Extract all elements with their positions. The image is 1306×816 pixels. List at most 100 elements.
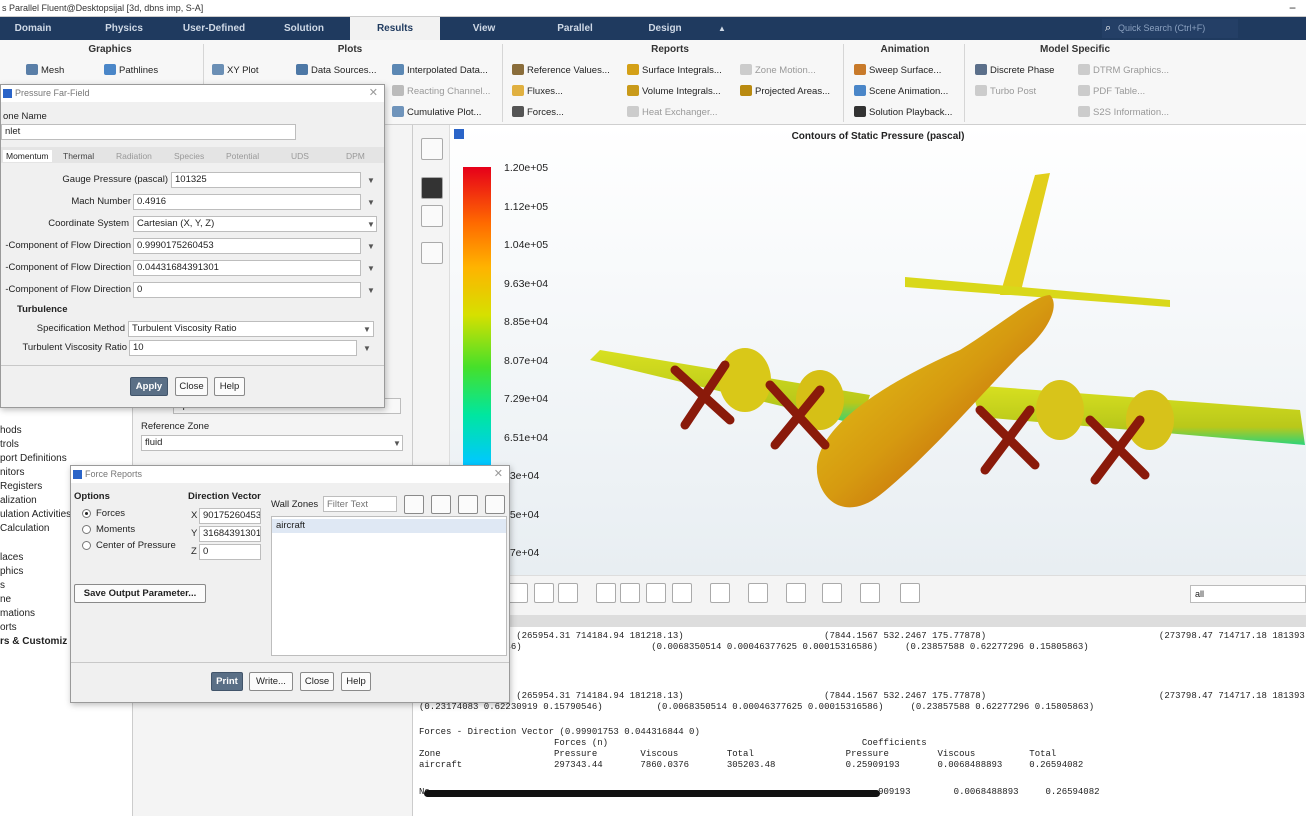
tree-item-reports[interactable]: orts <box>0 622 17 633</box>
select-icon[interactable] <box>748 583 768 603</box>
tab-potential[interactable]: Potential <box>226 151 259 161</box>
console-output[interactable]: (265954.31 714184.94 181218.13) (7844.15… <box>413 615 1306 816</box>
heat-exchanger-button[interactable]: Heat Exchanger... <box>627 106 718 120</box>
filter-text-input[interactable] <box>323 496 397 512</box>
quick-search-input[interactable]: ⌕ Quick Search (Ctrl+F) <box>1102 19 1238 38</box>
tree-item-cell-registers[interactable]: Registers <box>0 481 42 492</box>
chevron-down-icon[interactable]: ▼ <box>367 242 375 251</box>
volume-integrals-button[interactable]: Volume Integrals... <box>627 85 721 99</box>
z-flow-direction-input[interactable]: 0 <box>133 282 361 298</box>
tree-item-controls[interactable]: trols <box>0 439 19 450</box>
direction-z-input[interactable]: 0 <box>199 544 261 560</box>
surface-filter-input[interactable]: all <box>1190 585 1306 603</box>
tab-species[interactable]: Species <box>174 151 204 161</box>
fluxes-button[interactable]: Fluxes... <box>512 85 563 99</box>
tab-domain[interactable]: Domain <box>0 17 66 40</box>
ruler-icon[interactable] <box>710 583 730 603</box>
pdf-table-button[interactable]: PDF Table... <box>1078 85 1145 99</box>
chevron-down-icon[interactable]: ▼ <box>367 176 375 185</box>
zoom-box-icon[interactable] <box>534 583 554 603</box>
tab-solution[interactable]: Solution <box>265 17 343 40</box>
cumulative-plot-button[interactable]: Cumulative Plot... <box>392 106 481 120</box>
tab-radiation[interactable]: Radiation <box>116 151 152 161</box>
collapse-ribbon-icon[interactable]: ▲ <box>710 17 734 40</box>
tree-item-graphics[interactable]: phics <box>0 566 23 577</box>
layout-icon[interactable] <box>421 242 443 264</box>
deselect-all-icon[interactable] <box>431 495 451 514</box>
dtrm-graphics-button[interactable]: DTRM Graphics... <box>1078 64 1169 78</box>
zone-motion-button[interactable]: Zone Motion... <box>740 64 816 78</box>
zone-name-input[interactable]: nlet <box>1 124 296 140</box>
page-icon[interactable] <box>672 583 692 603</box>
cube-icon[interactable] <box>786 583 806 603</box>
tab-design[interactable]: Design <box>625 17 705 40</box>
layers-icon[interactable] <box>822 583 842 603</box>
probe-icon[interactable] <box>421 205 443 227</box>
tree-item-report-definitions[interactable]: port Definitions <box>0 453 67 464</box>
close-icon[interactable]: ✕ <box>494 466 503 483</box>
save-output-parameter-button[interactable]: Save Output Parameter... <box>74 584 206 603</box>
turbulent-viscosity-ratio-input[interactable]: 10 <box>129 340 357 356</box>
reference-values-button[interactable]: Reference Values... <box>512 64 610 78</box>
graphics-viewport[interactable]: Contours of Static Pressure (pascal) 1.2… <box>450 125 1306 575</box>
center-of-pressure-radio[interactable] <box>82 541 91 550</box>
clear-list-icon[interactable] <box>485 495 505 514</box>
minimize-button[interactable]: − <box>1289 0 1296 16</box>
tree-item-scene[interactable]: ne <box>0 594 11 605</box>
tree-item-calculation-activities[interactable]: ulation Activities <box>0 509 71 520</box>
chart-icon[interactable] <box>860 583 880 603</box>
gauge-pressure-input[interactable]: 101325 <box>171 172 361 188</box>
surface-integrals-button[interactable]: Surface Integrals... <box>627 64 722 78</box>
axes-icon[interactable] <box>646 583 666 603</box>
x-flow-direction-input[interactable]: 0.9990175260453 <box>133 238 361 254</box>
help-button[interactable]: Help <box>214 377 245 396</box>
s2s-information-button[interactable]: S2S Information... <box>1078 106 1169 120</box>
direction-x-input[interactable]: 90175260453 <box>199 508 261 524</box>
turbo-post-button[interactable]: Turbo Post <box>975 85 1036 99</box>
xy-plot-button[interactable]: XY Plot <box>212 64 259 78</box>
specification-method-dropdown[interactable]: Turbulent Viscosity Ratio <box>128 321 374 337</box>
apply-button[interactable]: Apply <box>130 377 168 396</box>
help-button[interactable]: Help <box>341 672 371 691</box>
tree-item-parameters-customization[interactable]: rs & Customiz <box>0 636 67 647</box>
chevron-down-icon[interactable]: ▼ <box>367 286 375 295</box>
discrete-phase-button[interactable]: Discrete Phase <box>975 64 1054 78</box>
tree-item-surfaces[interactable]: laces <box>0 552 23 563</box>
close-button[interactable]: Close <box>300 672 334 691</box>
projected-areas-button[interactable]: Projected Areas... <box>740 85 830 99</box>
interpolated-data-button[interactable]: Interpolated Data... <box>392 64 488 78</box>
direction-y-input[interactable]: 31684391301 <box>199 526 261 542</box>
save-image-icon[interactable] <box>900 583 920 603</box>
chevron-down-icon[interactable]: ▼ <box>367 264 375 273</box>
console-scrollbar[interactable] <box>424 790 880 797</box>
tab-parallel[interactable]: Parallel <box>535 17 615 40</box>
forces-radio[interactable] <box>82 509 91 518</box>
scene-animation-button[interactable]: Scene Animation... <box>854 85 948 99</box>
moments-radio[interactable] <box>82 525 91 534</box>
print-button[interactable]: Print <box>211 672 243 691</box>
tree-item-plots[interactable]: s <box>0 580 5 591</box>
mach-number-input[interactable]: 0.4916 <box>133 194 361 210</box>
forces-button[interactable]: Forces... <box>512 106 564 120</box>
coordinate-system-dropdown[interactable]: Cartesian (X, Y, Z) <box>133 216 377 232</box>
zoom-fit-icon[interactable] <box>508 583 528 603</box>
sweep-surface-button[interactable]: Sweep Surface... <box>854 64 941 78</box>
chevron-down-icon[interactable]: ▼ <box>367 198 375 207</box>
close-button[interactable]: Close <box>175 377 208 396</box>
mesh-button[interactable]: Mesh <box>26 64 64 78</box>
wall-zones-list[interactable]: aircraft <box>271 516 507 656</box>
tree-item-run-calculation[interactable]: Calculation <box>0 523 49 534</box>
info-icon[interactable] <box>558 583 578 603</box>
pointer-icon[interactable] <box>421 177 443 199</box>
reference-zone-dropdown[interactable]: fluid <box>141 435 403 451</box>
pathlines-button[interactable]: Pathlines <box>104 64 158 78</box>
select-all-icon[interactable] <box>404 495 424 514</box>
write-button[interactable]: Write... <box>249 672 293 691</box>
tab-physics[interactable]: Physics <box>88 17 160 40</box>
list-item[interactable]: aircraft <box>272 519 506 533</box>
tab-view[interactable]: View <box>448 17 520 40</box>
tab-momentum[interactable]: Momentum <box>3 150 52 162</box>
tab-results[interactable]: Results <box>350 17 440 40</box>
tab-thermal[interactable]: Thermal <box>63 151 94 161</box>
tab-uds[interactable]: UDS <box>291 151 309 161</box>
